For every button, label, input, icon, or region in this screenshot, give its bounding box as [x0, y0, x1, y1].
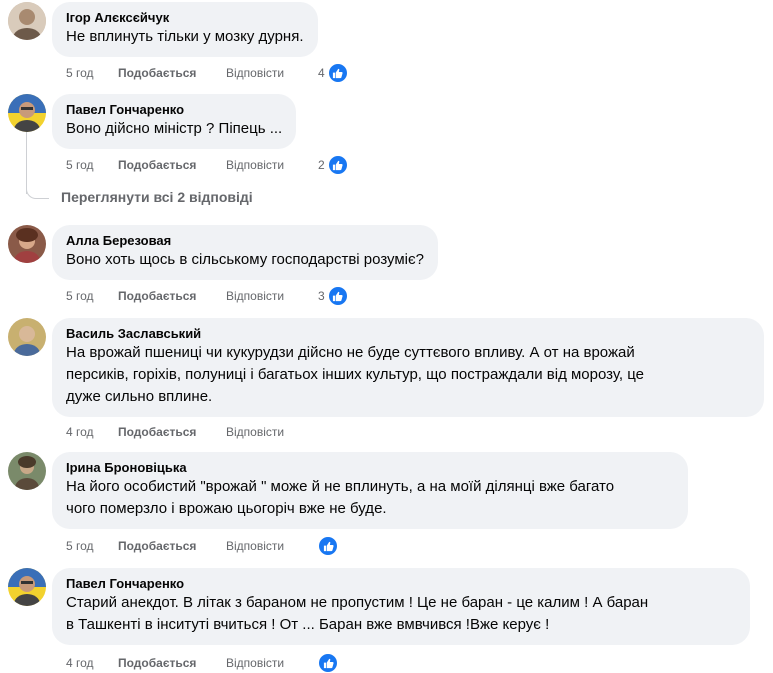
thread-line — [26, 132, 27, 194]
comment-author[interactable]: Ірина Броновіцька — [66, 460, 674, 476]
reply-button[interactable]: Відповісти — [226, 156, 318, 174]
comment-bubble: Павел Гончаренко Воно дійсно міністр ? П… — [52, 94, 297, 149]
comment-time[interactable]: 4 год — [66, 654, 118, 672]
comment-actions: 4 год Подобається Відповісти — [66, 423, 318, 441]
comment-bubble: Ірина Броновіцька На його особистий "вро… — [52, 452, 688, 529]
like-button[interactable]: Подобається — [118, 537, 226, 555]
reply-button[interactable]: Відповісти — [226, 654, 318, 672]
comment-bubble: Павел Гончаренко Старий анекдот. В літак… — [52, 568, 750, 645]
comment-bubble: Ігор Алєксєйчук Не вплинуть тільки у моз… — [52, 2, 318, 57]
avatar[interactable] — [8, 94, 46, 132]
reply-button[interactable]: Відповісти — [226, 423, 318, 441]
reaction-summary[interactable]: 3 — [318, 286, 348, 306]
comment-actions: 5 год Подобається Відповісти — [66, 536, 338, 556]
comment-actions: 4 год Подобається Відповісти — [66, 653, 338, 673]
comment-time[interactable]: 4 год — [66, 423, 118, 441]
thumbs-up-icon[interactable] — [318, 536, 338, 556]
reaction-summary[interactable]: 4 — [318, 63, 348, 83]
reaction-summary[interactable]: 2 — [318, 155, 348, 175]
reply-button[interactable]: Відповісти — [226, 537, 318, 555]
comment-actions: 5 год Подобається Відповісти 3 — [66, 286, 348, 306]
comment-time[interactable]: 5 год — [66, 287, 118, 305]
comment-text: Воно дійсно міністр ? Піпець ... — [66, 120, 283, 137]
reply-button[interactable]: Відповісти — [226, 64, 318, 82]
comment-bubble: Алла Березовая Воно хоть щось в сільсько… — [52, 225, 439, 280]
like-button[interactable]: Подобається — [118, 156, 226, 174]
comment-time[interactable]: 5 год — [66, 537, 118, 555]
comment-time[interactable]: 5 год — [66, 64, 118, 82]
thread-connector — [26, 186, 49, 199]
reply-button[interactable]: Відповісти — [226, 287, 318, 305]
like-button[interactable]: Подобається — [118, 423, 226, 441]
comment-author[interactable]: Павел Гончаренко — [66, 576, 736, 592]
comment-text: Старий анекдот. В літак з бараном не про… — [66, 594, 649, 633]
comment-author[interactable]: Ігор Алєксєйчук — [66, 10, 304, 26]
comment-text: На його особистий "врожай " може й не вп… — [66, 478, 615, 517]
reaction-count: 3 — [318, 289, 325, 303]
like-button[interactable]: Подобається — [118, 287, 226, 305]
comment-actions: 5 год Подобається Відповісти 4 — [66, 63, 348, 83]
avatar[interactable] — [8, 568, 46, 606]
thumbs-up-icon — [327, 286, 348, 306]
thumbs-up-icon — [327, 155, 348, 175]
avatar[interactable] — [8, 452, 46, 490]
like-button[interactable]: Подобається — [118, 654, 226, 672]
view-all-replies-link[interactable]: Переглянути всі 2 відповіді — [61, 188, 253, 206]
reaction-count: 4 — [318, 66, 325, 80]
comment-author[interactable]: Алла Березовая — [66, 233, 424, 249]
thumbs-up-icon[interactable] — [318, 653, 338, 673]
avatar[interactable] — [8, 225, 46, 263]
avatar[interactable] — [8, 2, 46, 40]
comment-author[interactable]: Василь Заславський — [66, 326, 750, 342]
comment-time[interactable]: 5 год — [66, 156, 118, 174]
comment-actions: 5 год Подобається Відповісти 2 — [66, 155, 348, 175]
reaction-count: 2 — [318, 158, 325, 172]
avatar[interactable] — [8, 318, 46, 356]
thumbs-up-icon — [327, 63, 348, 83]
comment-text: Не вплинуть тільки у мозку дурня. — [66, 28, 304, 45]
like-button[interactable]: Подобається — [118, 64, 226, 82]
comment-bubble: Василь Заславський На врожай пшениці чи … — [52, 318, 764, 417]
comment-author[interactable]: Павел Гончаренко — [66, 102, 282, 118]
comment-text: На врожай пшениці чи кукурудзи дійсно не… — [66, 344, 644, 405]
comment-text: Воно хоть щось в сільському господарстві… — [66, 251, 425, 268]
